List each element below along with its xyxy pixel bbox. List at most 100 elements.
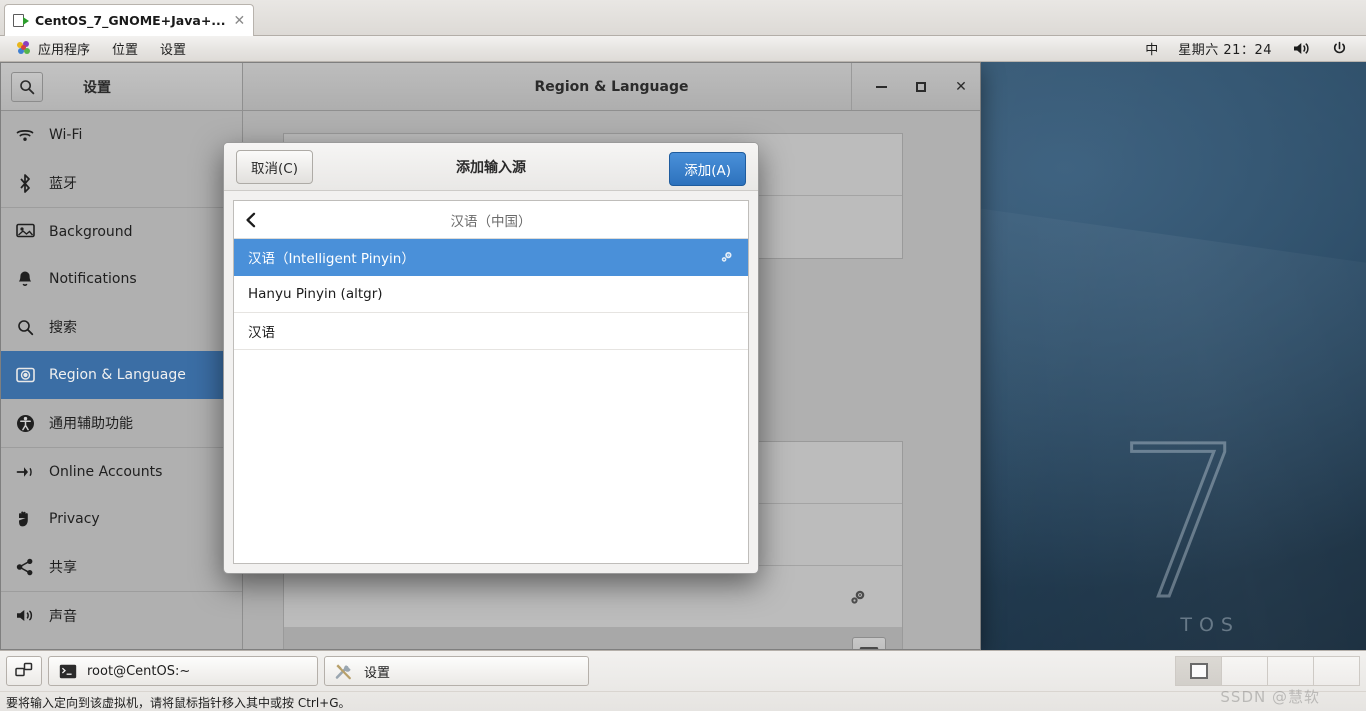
keyboard-icon[interactable] — [852, 636, 886, 649]
gnome-menu-settings-label: 设置 — [160, 43, 187, 58]
minimize-icon[interactable] — [870, 76, 892, 98]
sidebar-item-sharing[interactable]: 共享 — [1, 543, 242, 591]
list-item-label: 汉语（Intelligent Pinyin） — [248, 251, 415, 267]
taskbar-item-settings[interactable]: 设置 — [324, 656, 589, 686]
gnome-menu-places-label: 位置 — [112, 43, 139, 58]
close-icon[interactable]: ✕ — [232, 14, 246, 28]
workspace-1[interactable] — [1175, 656, 1222, 686]
volume-icon[interactable] — [1282, 36, 1321, 62]
taskbar-item-settings-label: 设置 — [364, 665, 391, 681]
clock[interactable]: 星期六 21：24 — [1168, 39, 1282, 58]
region-language-icon — [15, 365, 35, 385]
workspace-switcher — [1175, 656, 1360, 686]
sidebar-item-online-accounts[interactable]: Online Accounts — [1, 447, 242, 495]
cancel-button[interactable]: 取消(C) — [236, 149, 313, 184]
chevron-left-icon[interactable] — [234, 201, 268, 238]
vm-tab[interactable]: CentOS_7_GNOME+Java+... ✕ — [4, 4, 255, 36]
gnome-menu-group: 应用程序 位置 设置 — [0, 36, 197, 62]
power-icon[interactable] — [1321, 36, 1358, 62]
panel-footer — [283, 627, 903, 649]
sidebar-item-accessibility-label: 通用辅助功能 — [49, 416, 133, 432]
sound-icon — [15, 606, 35, 626]
workspace-3[interactable] — [1267, 656, 1314, 686]
sidebar-item-accessibility[interactable]: 通用辅助功能 — [1, 399, 242, 447]
bluetooth-icon — [15, 173, 35, 193]
listbox-empty-area — [234, 350, 748, 563]
workspace-2[interactable] — [1221, 656, 1268, 686]
sidebar-item-background-label: Background — [49, 223, 133, 240]
sidebar-item-wifi[interactable]: Wi-Fi — [1, 111, 242, 159]
share-icon — [15, 557, 35, 577]
add-button[interactable]: 添加(A) — [669, 152, 746, 186]
list-item-label: Hanyu Pinyin (altgr) — [248, 286, 383, 302]
gnome-menu-places[interactable]: 位置 — [101, 36, 149, 62]
listbox-header-label: 汉语（中国） — [450, 213, 532, 230]
monitor-icon — [1189, 663, 1208, 679]
search-icon — [15, 317, 35, 337]
background-icon — [15, 222, 35, 242]
taskbar-item-terminal[interactable]: root@CentOS:~ — [48, 656, 318, 686]
sidebar-item-wifi-label: Wi-Fi — [49, 127, 83, 143]
vm-screen-play-icon — [13, 13, 29, 28]
gnome-status-area: 中 星期六 21：24 — [1135, 36, 1366, 62]
online-accounts-icon — [15, 462, 35, 482]
gnome-desktop: 7 TOS CentOS 7 x86_64 回收站 — [0, 62, 1366, 650]
wifi-icon — [15, 125, 35, 145]
guest-taskbar: root@CentOS:~ 设置 — [0, 651, 1366, 691]
dialog-header: 取消(C) 添加输入源 添加(A) — [224, 143, 758, 191]
sidebar-item-sound[interactable]: 声音 — [1, 591, 242, 639]
list-item[interactable]: 汉语（Intelligent Pinyin） — [234, 239, 748, 276]
vm-tab-label: CentOS_7_GNOME+Java+... — [35, 13, 226, 28]
bell-icon — [15, 269, 35, 289]
sidebar-item-search[interactable]: 搜索 — [1, 303, 242, 351]
dialog-body: 汉语（中国） 汉语（Intelligent Pinyin） Hanyu Piny… — [224, 191, 758, 573]
gnome-menu-settings[interactable]: 设置 — [149, 36, 197, 62]
vm-tab-strip: CentOS_7_GNOME+Java+... ✕ — [0, 0, 1366, 36]
sidebar-item-bluetooth-label: 蓝牙 — [49, 176, 77, 192]
sidebar-item-online-accounts-label: Online Accounts — [49, 463, 163, 480]
sidebar-item-region-language-label: Region & Language — [49, 367, 186, 383]
sidebar-item-sound-label: 声音 — [49, 608, 77, 625]
list-item[interactable]: 汉语 — [234, 313, 748, 350]
wallpaper-centos-text: TOS — [1180, 614, 1240, 636]
settings-header: 设置 Region & Language ✕ — [1, 63, 980, 111]
vmware-status-text: 要将输入定向到该虚拟机，请将鼠标指针移入其中或按 Ctrl+G。 — [6, 695, 351, 710]
vmware-workstation-window: CentOS_7_GNOME+Java+... ✕ 应用程序 位置 设置 中 星… — [0, 0, 1366, 711]
accessibility-icon — [15, 413, 35, 433]
maximize-icon[interactable] — [910, 76, 932, 98]
gnome-foot-icon — [17, 41, 32, 56]
gear-icon[interactable] — [848, 587, 868, 607]
sidebar-item-notifications-label: Notifications — [49, 271, 137, 287]
gear-icon[interactable] — [719, 250, 734, 265]
gnome-menu-applications[interactable]: 应用程序 — [6, 36, 101, 62]
search-icon[interactable] — [11, 71, 43, 102]
list-item-label: 汉语 — [248, 325, 275, 341]
sidebar-item-search-label: 搜索 — [49, 320, 77, 336]
workspace-4[interactable] — [1313, 656, 1360, 686]
vmware-bottom-bar: root@CentOS:~ 设置 要将输入定向到该虚拟机，请将鼠标指针移入其中或… — [0, 650, 1366, 711]
wallpaper-seven-glyph: 7 — [1113, 401, 1250, 646]
sidebar-item-notifications[interactable]: Notifications — [1, 255, 242, 303]
list-item[interactable]: Hanyu Pinyin (altgr) — [234, 276, 748, 313]
listbox-header: 汉语（中国） — [234, 201, 748, 239]
sidebar-item-privacy[interactable]: Privacy — [1, 495, 242, 543]
gnome-top-panel: 应用程序 位置 设置 中 星期六 21：24 — [0, 36, 1366, 62]
show-desktop-icon[interactable] — [6, 656, 42, 686]
sidebar-item-region-language[interactable]: Region & Language — [1, 351, 242, 399]
settings-panel-title: Region & Language — [534, 78, 689, 95]
sidebar-item-sharing-label: 共享 — [49, 560, 77, 576]
sidebar-item-bluetooth[interactable]: 蓝牙 — [1, 159, 242, 207]
table-row[interactable] — [284, 566, 902, 628]
ime-indicator[interactable]: 中 — [1135, 39, 1168, 58]
close-icon[interactable]: ✕ — [950, 76, 972, 98]
settings-header-left: 设置 — [1, 63, 243, 111]
sidebar-item-background[interactable]: Background — [1, 207, 242, 255]
privacy-hand-icon — [15, 509, 35, 529]
settings-title: 设置 — [83, 79, 111, 96]
window-controls: ✕ — [851, 63, 972, 110]
sidebar-item-privacy-label: Privacy — [49, 511, 100, 527]
terminal-icon — [59, 664, 77, 679]
vmware-status-bar: 要将输入定向到该虚拟机，请将鼠标指针移入其中或按 Ctrl+G。 — [0, 691, 1366, 711]
taskbar-item-terminal-label: root@CentOS:~ — [87, 663, 191, 679]
settings-header-right: Region & Language ✕ — [243, 63, 980, 111]
